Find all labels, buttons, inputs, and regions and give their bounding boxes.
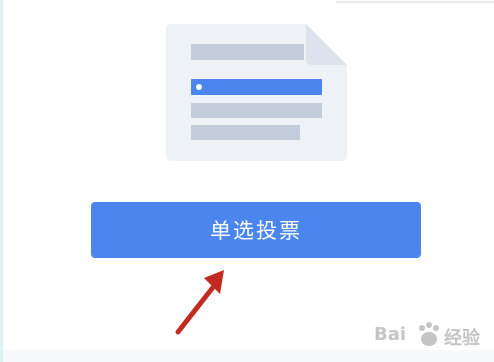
left-divider bbox=[0, 0, 3, 362]
doc-line-bottom bbox=[191, 125, 300, 140]
doc-line-selected bbox=[191, 79, 322, 95]
radio-dot-icon bbox=[196, 84, 202, 90]
doc-line-top bbox=[191, 44, 304, 60]
document-illustration-icon bbox=[166, 24, 347, 161]
doc-line-middle bbox=[191, 103, 322, 118]
top-divider bbox=[336, 1, 494, 3]
page: 单选投票 Bai 经验 bbox=[0, 0, 494, 362]
baidu-jingyan-watermark: Bai 经验 bbox=[356, 318, 488, 354]
watermark-text-left: Bai bbox=[374, 324, 407, 345]
red-arrow-icon bbox=[175, 270, 224, 335]
watermark-text-right: 经验 bbox=[444, 328, 480, 349]
paw-logo-icon bbox=[419, 322, 439, 346]
single-choice-vote-button[interactable]: 单选投票 bbox=[91, 202, 421, 258]
